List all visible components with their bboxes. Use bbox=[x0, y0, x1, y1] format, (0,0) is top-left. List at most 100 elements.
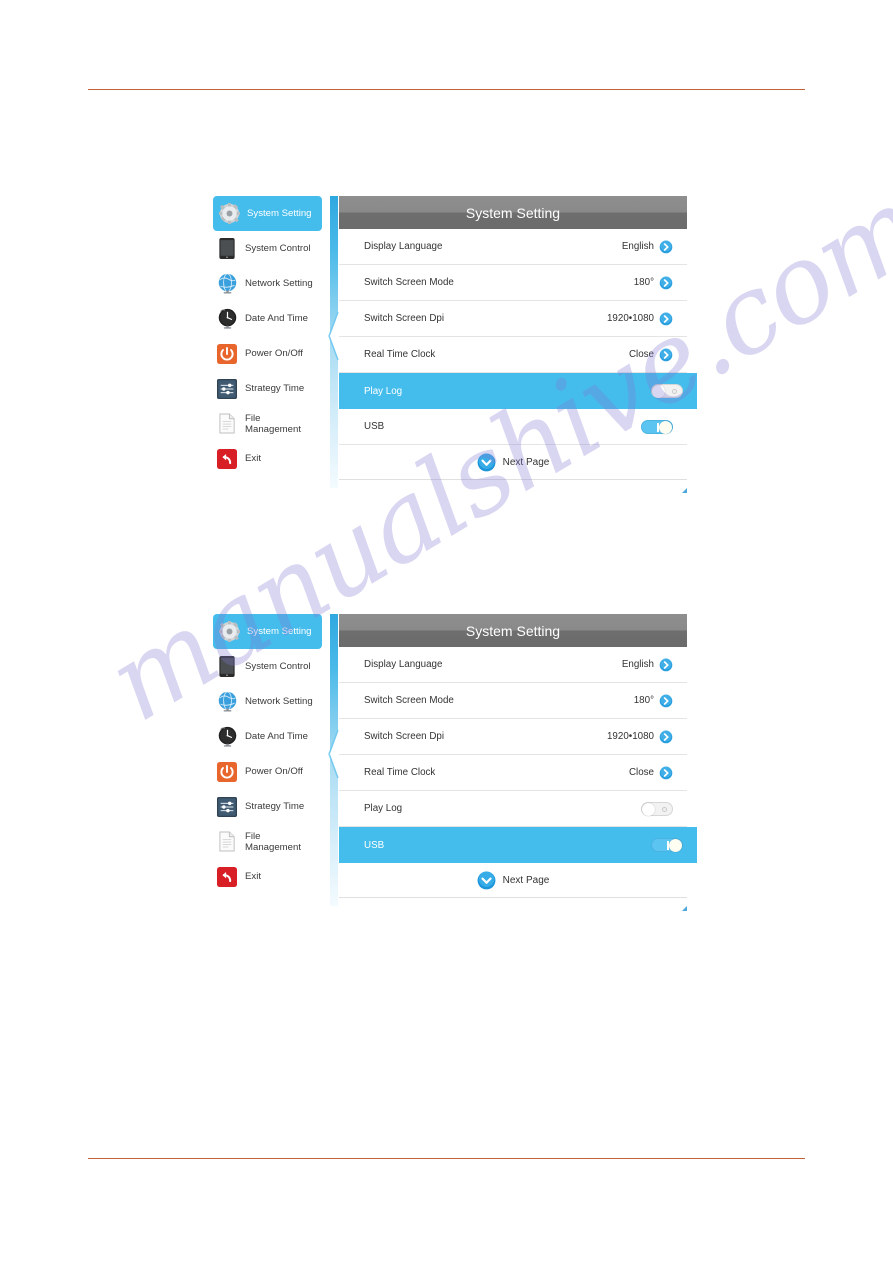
sidebar-item-label: System Control bbox=[245, 661, 311, 672]
settings-row-value: 180° bbox=[633, 277, 654, 288]
sidebar-item-label: System Setting bbox=[247, 626, 312, 637]
panel-corner-mark bbox=[682, 906, 687, 911]
sidebar-item-strategy-time[interactable]: Strategy Time bbox=[211, 371, 325, 406]
settings-row-label: Real Time Clock bbox=[364, 349, 436, 360]
settings-row-switch-screen-dpi[interactable]: Switch Screen Dpi 1920•1080 bbox=[339, 301, 687, 337]
settings-row-switch-screen-dpi[interactable]: Switch Screen Dpi 1920•1080 bbox=[339, 719, 687, 755]
globe-icon bbox=[216, 691, 238, 713]
sidebar-item-label: Date And Time bbox=[245, 731, 308, 742]
settings-row-display-language[interactable]: Display Language English bbox=[339, 229, 687, 265]
sidebar-item-file-management[interactable]: File Management bbox=[211, 824, 325, 859]
panel-corner-mark bbox=[682, 488, 687, 493]
panel-footer: Next Page bbox=[339, 445, 687, 480]
exit-arrow-icon bbox=[216, 866, 238, 888]
toggle-off-marker bbox=[672, 389, 677, 394]
chevron-right-icon[interactable] bbox=[659, 347, 673, 362]
sidebar-item-network-setting[interactable]: Network Setting bbox=[211, 266, 325, 301]
next-page-label: Next Page bbox=[502, 874, 550, 886]
document-icon bbox=[216, 831, 238, 853]
settings-row-usb[interactable]: USB bbox=[339, 409, 687, 445]
settings-row-label: Switch Screen Mode bbox=[364, 277, 454, 288]
sidebar-item-date-and-time[interactable]: Date And Time bbox=[211, 301, 325, 336]
next-page-button[interactable]: Next Page bbox=[477, 452, 550, 472]
sidebar-item-label: File Management bbox=[245, 830, 301, 853]
settings-row-label: USB bbox=[364, 839, 385, 851]
settings-row-usb[interactable]: USB bbox=[339, 827, 697, 863]
toggle-switch-off[interactable] bbox=[641, 801, 673, 816]
settings-row-label: Play Log bbox=[364, 803, 403, 814]
chevron-down-circle-icon[interactable] bbox=[477, 452, 496, 472]
page-bottom-rule bbox=[88, 1158, 805, 1159]
sidebar: System Setting System Control Network Sett… bbox=[211, 614, 325, 906]
sidebar-item-system-control[interactable]: System Control bbox=[211, 649, 325, 684]
settings-row-real-time-clock[interactable]: Real Time Clock Close bbox=[339, 755, 687, 791]
clock-icon bbox=[216, 308, 238, 330]
settings-row-switch-screen-mode[interactable]: Switch Screen Mode 180° bbox=[339, 683, 687, 719]
sidebar-item-power-onoff[interactable]: Power On/Off bbox=[211, 754, 325, 789]
sliders-icon bbox=[216, 378, 238, 400]
sidebar-item-date-and-time[interactable]: Date And Time bbox=[211, 719, 325, 754]
settings-row-value: 180° bbox=[633, 695, 654, 706]
screenshot-figure-1: System Setting System Control Network Sett… bbox=[211, 196, 697, 493]
sidebar-item-network-setting[interactable]: Network Setting bbox=[211, 684, 325, 719]
gear-icon bbox=[218, 621, 240, 643]
chevron-right-icon[interactable] bbox=[659, 693, 673, 708]
sidebar: System Setting System Control Network Sett… bbox=[211, 196, 325, 488]
sidebar-item-label: Exit bbox=[245, 453, 261, 464]
settings-row-play-log[interactable]: Play Log bbox=[339, 373, 697, 409]
sidebar-item-label: Strategy Time bbox=[245, 801, 305, 812]
toggle-switch-on[interactable] bbox=[641, 419, 673, 434]
sidebar-item-file-management[interactable]: File Management bbox=[211, 406, 325, 441]
next-page-button[interactable]: Next Page bbox=[477, 870, 550, 890]
exit-arrow-icon bbox=[216, 448, 238, 470]
toggle-switch-off[interactable] bbox=[651, 384, 683, 398]
toggle-switch-on[interactable] bbox=[651, 838, 683, 852]
toggle-on-marker bbox=[667, 841, 669, 850]
toggle-off-marker bbox=[662, 806, 667, 812]
settings-row-label: Play Log bbox=[364, 385, 403, 397]
power-icon bbox=[216, 343, 238, 365]
panel-title: System Setting bbox=[465, 204, 561, 221]
panel-header: System Setting bbox=[339, 196, 687, 229]
toggle-on-marker bbox=[657, 422, 659, 432]
settings-row-value: English bbox=[621, 241, 654, 252]
chevron-right-icon[interactable] bbox=[659, 311, 673, 326]
settings-row-value: English bbox=[621, 659, 654, 670]
power-icon bbox=[216, 761, 238, 783]
chevron-right-icon[interactable] bbox=[659, 275, 673, 290]
settings-panel: System Setting Display Language English Swi… bbox=[339, 614, 697, 911]
settings-row-value: 1920•1080 bbox=[606, 313, 654, 324]
sidebar-item-label: File Management bbox=[245, 412, 301, 435]
sidebar-item-label: Network Setting bbox=[245, 696, 313, 707]
settings-row-real-time-clock[interactable]: Real Time Clock Close bbox=[339, 337, 687, 373]
sidebar-item-label: Exit bbox=[245, 871, 261, 882]
clock-icon bbox=[216, 726, 238, 748]
sidebar-item-power-onoff[interactable]: Power On/Off bbox=[211, 336, 325, 371]
sidebar-item-system-setting[interactable]: System Setting bbox=[213, 196, 322, 231]
chevron-down-circle-icon[interactable] bbox=[477, 870, 496, 890]
panel-header: System Setting bbox=[339, 614, 687, 647]
panel-side-rail bbox=[327, 614, 339, 906]
next-page-label: Next Page bbox=[502, 456, 550, 468]
sidebar-item-strategy-time[interactable]: Strategy Time bbox=[211, 789, 325, 824]
settings-row-play-log[interactable]: Play Log bbox=[339, 791, 687, 827]
tablet-icon bbox=[216, 656, 238, 678]
sidebar-item-system-setting[interactable]: System Setting bbox=[213, 614, 322, 649]
chevron-right-icon[interactable] bbox=[659, 765, 673, 780]
document-icon bbox=[216, 413, 238, 435]
sidebar-item-label: Strategy Time bbox=[245, 383, 305, 394]
settings-row-label: Switch Screen Dpi bbox=[364, 731, 445, 742]
settings-row-label: Real Time Clock bbox=[364, 767, 436, 778]
sidebar-item-system-control[interactable]: System Control bbox=[211, 231, 325, 266]
settings-row-display-language[interactable]: Display Language English bbox=[339, 647, 687, 683]
chevron-right-icon[interactable] bbox=[659, 729, 673, 744]
chevron-right-icon[interactable] bbox=[659, 239, 673, 254]
page-top-rule bbox=[88, 89, 805, 90]
settings-row-value: Close bbox=[628, 767, 654, 778]
settings-row-switch-screen-mode[interactable]: Switch Screen Mode 180° bbox=[339, 265, 687, 301]
sidebar-item-exit[interactable]: Exit bbox=[211, 859, 325, 894]
sidebar-item-label: Power On/Off bbox=[245, 766, 303, 777]
sidebar-item-exit[interactable]: Exit bbox=[211, 441, 325, 476]
chevron-right-icon[interactable] bbox=[659, 657, 673, 672]
toggle-knob bbox=[659, 420, 672, 434]
